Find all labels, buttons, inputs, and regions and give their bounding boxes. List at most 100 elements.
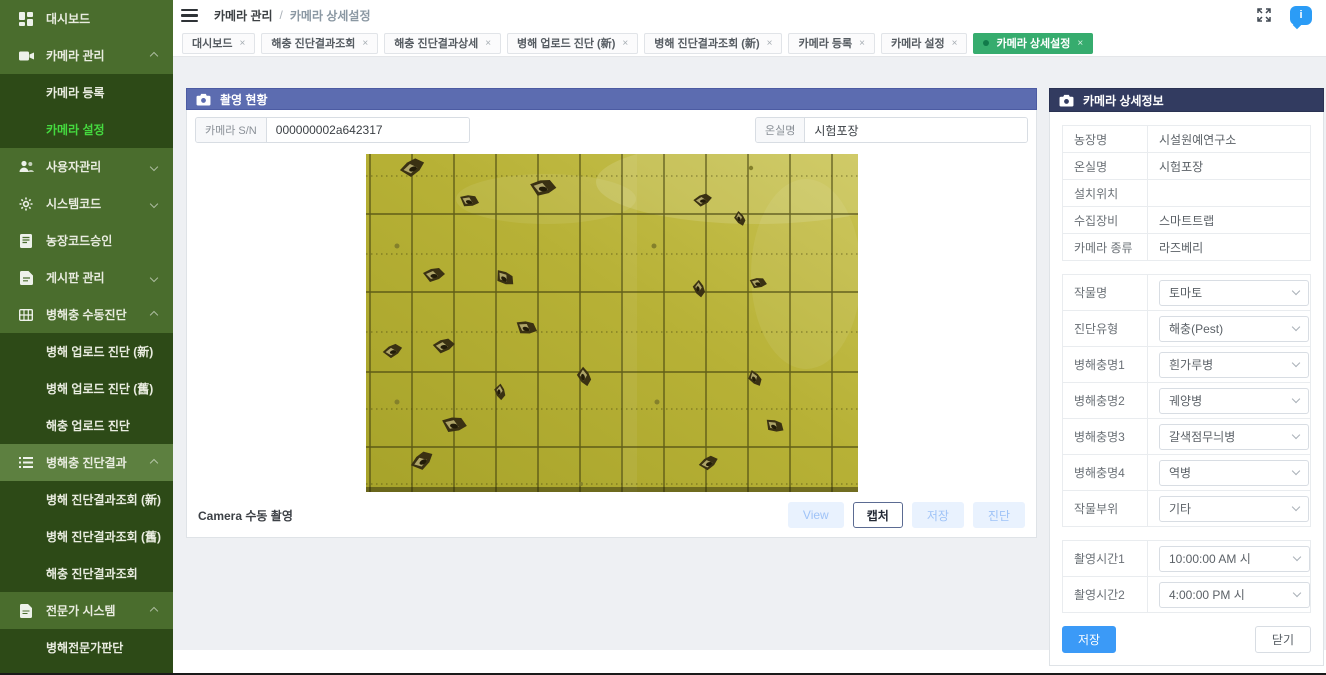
sidebar-item-board-management[interactable]: 게시판 관리: [0, 259, 173, 296]
sidebar-item-farm-code-approval[interactable]: 농장코드승인: [0, 222, 173, 259]
row-label: 작물명: [1063, 275, 1148, 310]
tab-pest-results[interactable]: 해충 진단결과조회 ×: [261, 33, 378, 54]
pest-name-1-select[interactable]: 흰가루병: [1159, 352, 1309, 378]
chevron-down-icon: [1293, 589, 1301, 597]
crop-part-select[interactable]: 기타: [1159, 496, 1309, 522]
camera-submenu: 카메라 등록 카메라 설정: [0, 74, 173, 148]
sidebar-item-pest-results[interactable]: 해충 진단결과조회: [0, 555, 173, 592]
sidebar-item-disease-expert-judgement[interactable]: 병해전문가판단: [0, 629, 173, 666]
camera-sn-group: 카메라 S/N: [195, 117, 470, 143]
sidebar-item-label: 병해전문가판단: [46, 639, 123, 656]
capture-buttons: View 캡처 저장 진단: [788, 502, 1025, 528]
capture-time-2-select[interactable]: 4:00:00 PM 시: [1159, 582, 1310, 608]
close-icon[interactable]: ×: [622, 38, 628, 49]
capture-panel: 촬영 현황 카메라 S/N 온실명: [186, 88, 1037, 538]
table-row: 설치위치: [1063, 180, 1310, 207]
users-icon: [18, 159, 34, 175]
save-button[interactable]: 저장: [1062, 626, 1116, 653]
sidebar-item-manual-diagnosis[interactable]: 병해충 수동진단: [0, 296, 173, 333]
select-value: 해충(Pest): [1169, 320, 1293, 337]
video-camera-icon: [18, 48, 34, 64]
close-icon[interactable]: ×: [485, 38, 491, 49]
tab-disease-upload-new[interactable]: 병해 업로드 진단 (新) ×: [507, 33, 638, 54]
diagnose-button[interactable]: 진단: [973, 502, 1025, 528]
tab-label: 해충 진단결과상세: [394, 35, 478, 51]
camera-sn-input[interactable]: [267, 118, 469, 142]
sidebar-item-label: 병해충 진단결과: [46, 454, 127, 471]
row-label: 병해충명4: [1063, 455, 1148, 490]
tab-camera-register[interactable]: 카메라 등록 ×: [788, 33, 875, 54]
sidebar-item-camera-register[interactable]: 카메라 등록: [0, 74, 173, 111]
tab-bar: 대시보드 × 해충 진단결과조회 × 해충 진단결과상세 × 병해 업로드 진단…: [173, 30, 1326, 57]
camera-info-table: 농장명 시설원예연구소 온실명 시험포장 설치위치 수집장비 스마트트랩: [1062, 125, 1311, 261]
topbar: 카메라 관리 / 카메라 상세설정 i: [173, 0, 1326, 30]
greenhouse-input[interactable]: [805, 118, 1027, 142]
row-label: 병해충명1: [1063, 347, 1148, 382]
tab-camera-settings[interactable]: 카메라 설정 ×: [881, 33, 968, 54]
row-label: 카메라 종류: [1063, 234, 1148, 260]
table-row: 작물부위 기타: [1063, 491, 1310, 527]
chat-icon[interactable]: i: [1290, 6, 1312, 25]
file-icon: [18, 603, 34, 619]
tab-label: 병해 진단결과조회 (新): [654, 35, 759, 51]
capture-time-1-select[interactable]: 10:00:00 AM 시: [1159, 546, 1310, 572]
app-root: 대시보드 카메라 관리 카메라 등록 카메라 설정 사용자관리: [0, 0, 1326, 675]
sidebar-item-disease-upload-new[interactable]: 병해 업로드 진단 (新): [0, 333, 173, 370]
view-button[interactable]: View: [788, 502, 844, 528]
chevron-down-icon: [150, 199, 158, 207]
save-capture-button[interactable]: 저장: [912, 502, 964, 528]
tab-disease-results-new[interactable]: 병해 진단결과조회 (新) ×: [644, 33, 782, 54]
sidebar-item-label: 카메라 등록: [46, 84, 105, 101]
close-icon[interactable]: ×: [362, 38, 368, 49]
breadcrumb-current: 카메라 상세설정: [290, 7, 371, 24]
tab-dashboard[interactable]: 대시보드 ×: [182, 33, 255, 54]
table-row: 병해충명3 갈색점무늬병: [1063, 419, 1310, 455]
sidebar-item-disease-upload-old[interactable]: 병해 업로드 진단 (舊): [0, 370, 173, 407]
row-label: 병해충명2: [1063, 383, 1148, 418]
close-button[interactable]: 닫기: [1255, 626, 1311, 653]
select-value: 역병: [1169, 464, 1293, 481]
main-area: 카메라 관리 / 카메라 상세설정 i 대시보드 × 해충 진단결과조회 × 해: [173, 0, 1326, 675]
camera-detail-panel: 카메라 상세정보 농장명 시설원예연구소 온실명 시험포장 설치위치: [1049, 88, 1324, 666]
select-value: 흰가루병: [1169, 356, 1293, 373]
crop-select[interactable]: 토마토: [1159, 280, 1309, 306]
detail-panel-footer: 저장 닫기: [1062, 626, 1311, 653]
close-icon[interactable]: ×: [952, 38, 958, 49]
fullscreen-icon[interactable]: [1256, 7, 1272, 23]
sidebar-item-user-management[interactable]: 사용자관리: [0, 148, 173, 185]
sidebar-item-camera-management[interactable]: 카메라 관리: [0, 37, 173, 74]
tab-pest-result-detail[interactable]: 해충 진단결과상세 ×: [384, 33, 501, 54]
row-label: 온실명: [1063, 153, 1148, 179]
sidebar-item-disease-results-old[interactable]: 병해 진단결과조회 (舊): [0, 518, 173, 555]
sidebar-item-pest-upload[interactable]: 해충 업로드 진단: [0, 407, 173, 444]
capture-button[interactable]: 캡처: [853, 502, 903, 528]
sidebar-item-disease-results-new[interactable]: 병해 진단결과조회 (新): [0, 481, 173, 518]
pest-name-3-select[interactable]: 갈색점무늬병: [1159, 424, 1309, 450]
pest-name-4-select[interactable]: 역병: [1159, 460, 1309, 486]
sidebar-item-label: 병해충 수동진단: [46, 306, 127, 323]
sidebar-item-camera-settings[interactable]: 카메라 설정: [0, 111, 173, 148]
close-icon[interactable]: ×: [1077, 38, 1083, 49]
hamburger-menu-icon[interactable]: [181, 9, 198, 22]
tab-camera-detail-settings[interactable]: 카메라 상세설정 ×: [973, 33, 1093, 54]
dashboard-icon: [18, 11, 34, 27]
close-icon[interactable]: ×: [767, 38, 773, 49]
sidebar-item-dashboard[interactable]: 대시보드: [0, 0, 173, 37]
diagnosis-type-select[interactable]: 해충(Pest): [1159, 316, 1309, 342]
sidebar-item-system-code[interactable]: 시스템코드: [0, 185, 173, 222]
row-value: 라즈베리: [1148, 239, 1203, 256]
sidebar-item-label: 카메라 관리: [46, 47, 105, 64]
chevron-down-icon: [1292, 287, 1300, 295]
diagnosis-settings-table: 작물명 토마토 진단유형 해충(Pest): [1062, 274, 1311, 527]
breadcrumb-parent[interactable]: 카메라 관리: [214, 7, 273, 24]
close-icon[interactable]: ×: [859, 38, 865, 49]
close-icon[interactable]: ×: [239, 38, 245, 49]
pest-name-2-select[interactable]: 궤양병: [1159, 388, 1309, 414]
chevron-down-icon: [1292, 323, 1300, 331]
sidebar-item-diagnosis-results[interactable]: 병해충 진단결과: [0, 444, 173, 481]
sidebar-item-expert-system[interactable]: 전문가 시스템: [0, 592, 173, 629]
tab-label: 병해 업로드 진단 (新): [517, 35, 615, 51]
capture-panel-header: 촬영 현황: [186, 88, 1037, 110]
grid-icon: [18, 307, 34, 323]
select-value: 갈색점무늬병: [1169, 428, 1293, 445]
